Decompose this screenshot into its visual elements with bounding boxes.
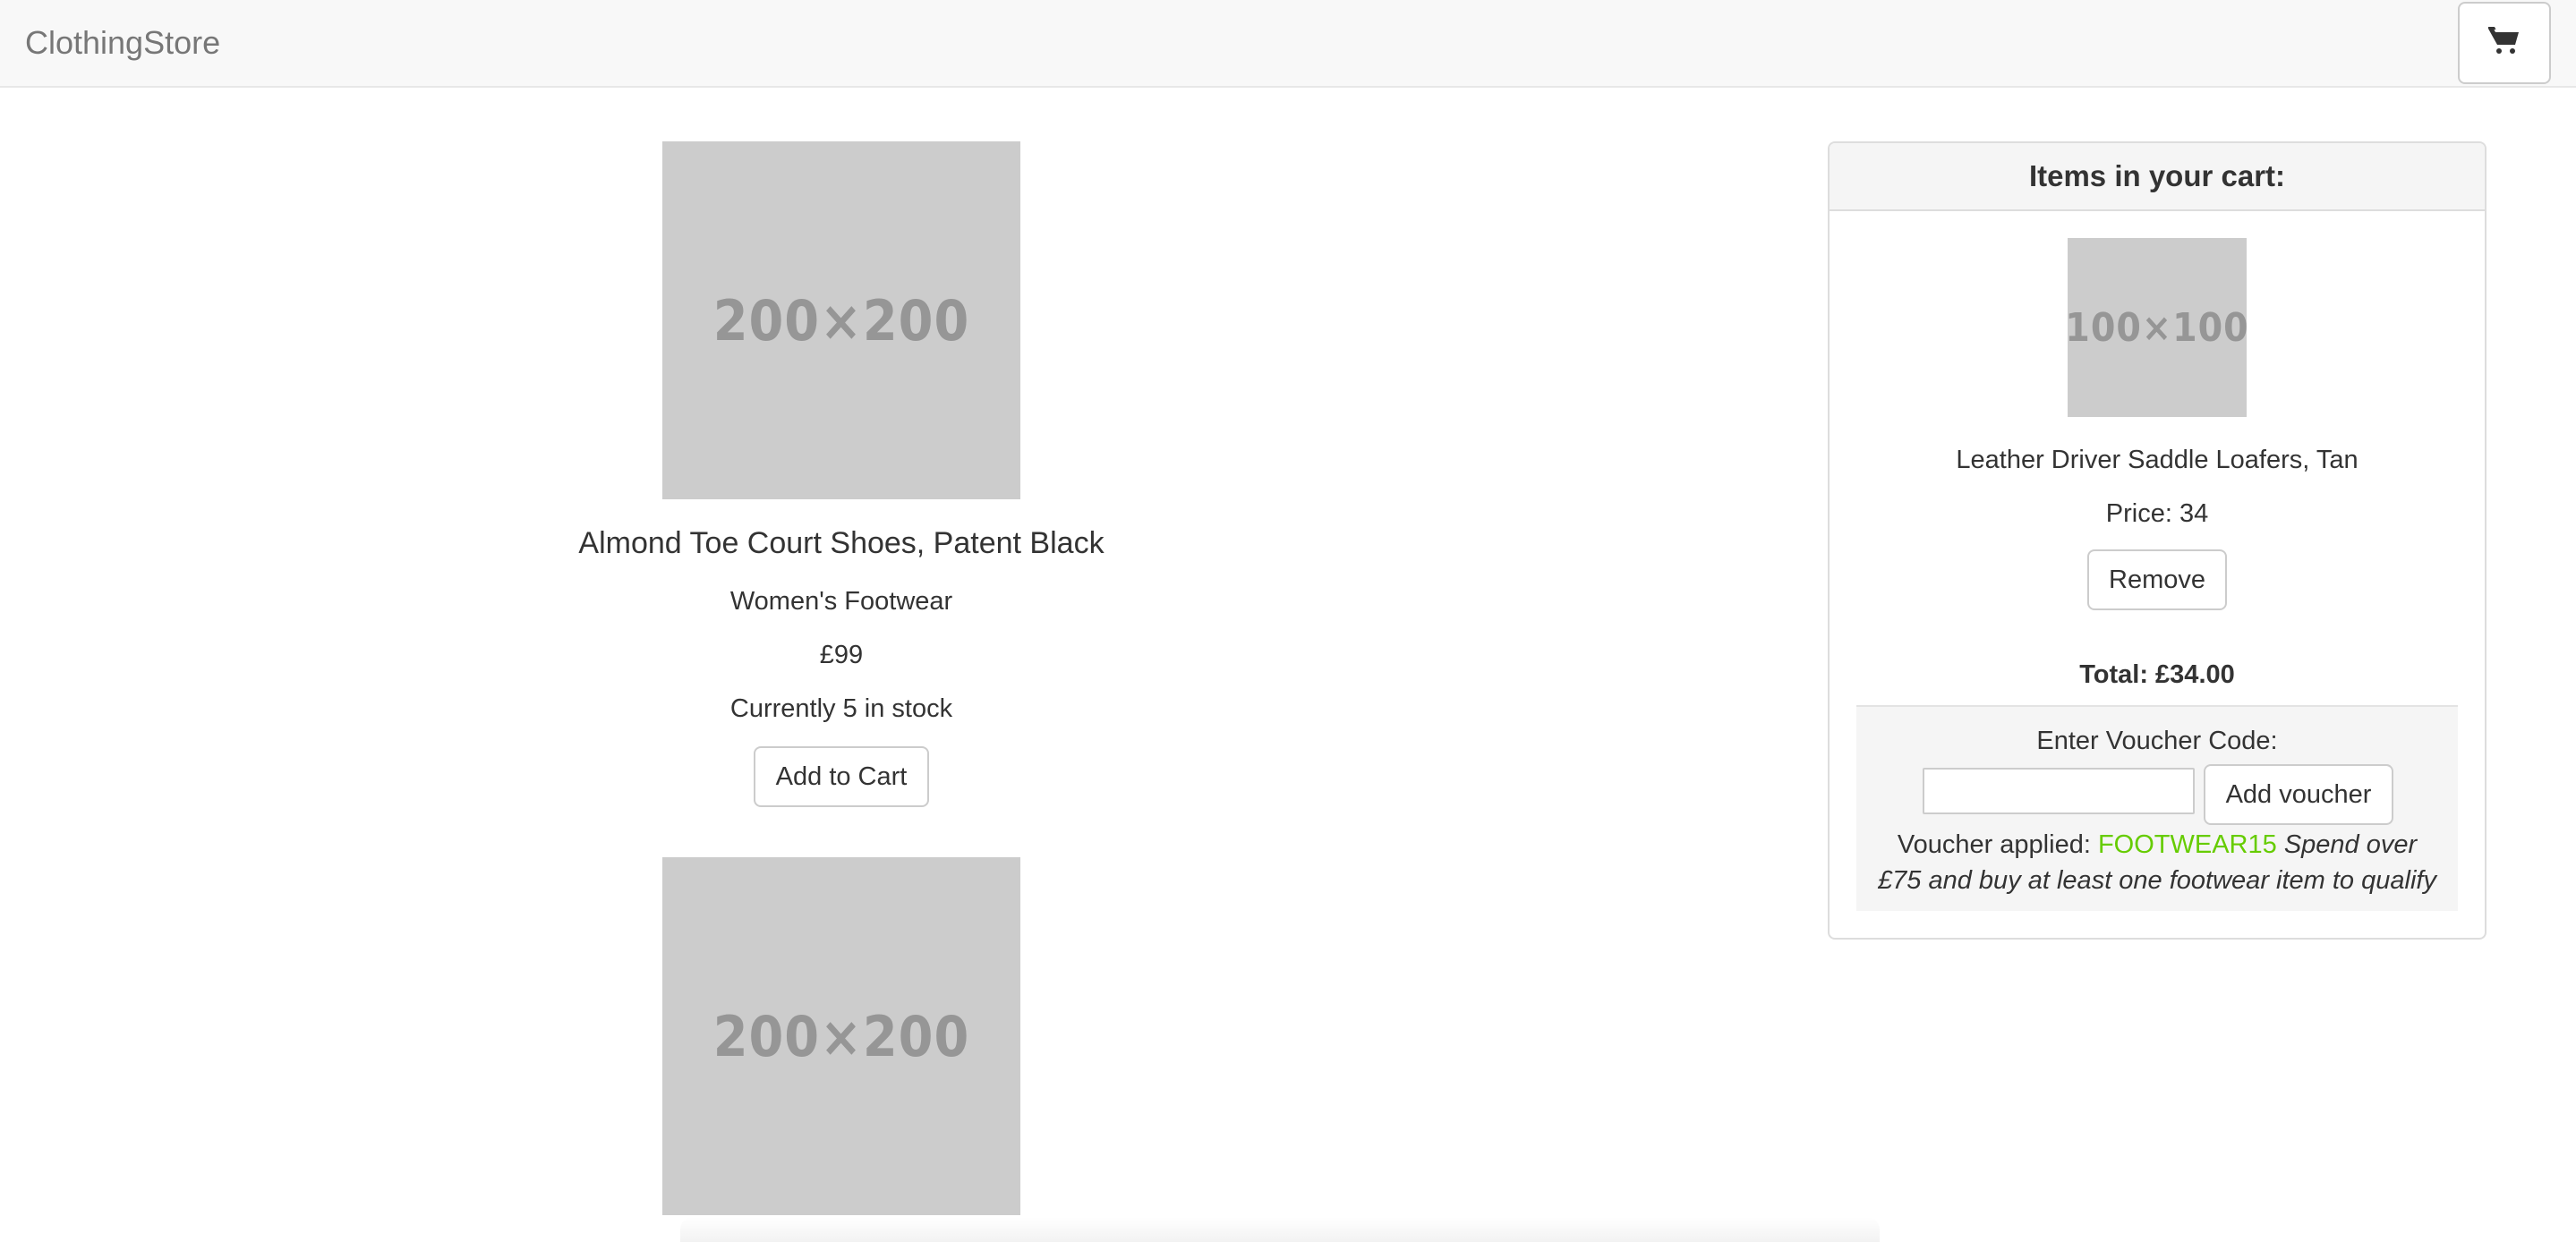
product-image: 200×200 <box>662 857 1020 1215</box>
product-card: 200×200 <box>483 857 1199 1215</box>
product-image-label: 200×200 <box>712 287 970 353</box>
cart-item-image: 100×100 <box>2065 238 2249 417</box>
add-to-cart-button[interactable]: Add to Cart <box>754 746 929 807</box>
add-voucher-button[interactable]: Add voucher <box>2204 764 2393 825</box>
navbar: ClothingStore <box>0 0 2576 88</box>
cart-total: Total: £34.00 <box>2079 660 2235 689</box>
cart-item-name: Leather Driver Saddle Loafers, Tan <box>1956 446 2358 474</box>
cart-panel: Items in your cart: 100×100 Leather Driv… <box>1828 141 2486 940</box>
remove-item-button[interactable]: Remove <box>2087 549 2227 610</box>
brand-link[interactable]: ClothingStore <box>25 0 220 86</box>
voucher-input[interactable] <box>1923 768 2195 814</box>
cart-button[interactable] <box>2458 2 2551 84</box>
product-name: Almond Toe Court Shoes, Patent Black <box>578 526 1105 560</box>
cart-item-price: Price: 34 <box>2105 499 2209 528</box>
voucher-status: Voucher applied: FOOTWEAR15 Spend over £… <box>1874 827 2440 898</box>
bottom-shadow <box>680 1217 1880 1242</box>
product-image-label: 200×200 <box>712 1003 970 1069</box>
voucher-section: Enter Voucher Code: Add voucher Voucher … <box>1856 705 2458 911</box>
shopping-cart-icon <box>2488 26 2521 60</box>
cart-item-image-label: 100×100 <box>2065 304 2249 351</box>
product-image: 200×200 <box>662 141 1020 499</box>
cart-panel-heading: Items in your cart: <box>1830 143 2485 211</box>
voucher-applied-code: FOOTWEAR15 <box>2097 830 2277 859</box>
product-price: £99 <box>819 641 864 669</box>
voucher-label: Enter Voucher Code: <box>2036 727 2278 755</box>
product-category: Women's Footwear <box>729 587 953 616</box>
voucher-applied-prefix: Voucher applied: <box>1897 830 2091 859</box>
product-stock: Currently 5 in stock <box>729 694 953 723</box>
product-card: 200×200 Almond Toe Court Shoes, Patent B… <box>483 141 1199 821</box>
